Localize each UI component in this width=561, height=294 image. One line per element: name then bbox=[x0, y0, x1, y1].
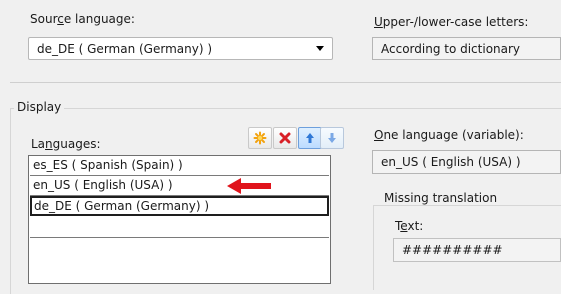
languages-label-mnemonic: n bbox=[45, 137, 53, 151]
blue-up-arrow-icon bbox=[306, 133, 314, 143]
one-language-select[interactable]: en_US ( English (USA) ) bbox=[372, 150, 561, 174]
source-language-label: Source language: bbox=[30, 12, 135, 26]
source-language-label-mnemonic: c bbox=[57, 12, 64, 26]
one-language-value: en_US ( English (USA) ) bbox=[381, 155, 521, 169]
annotation-arrow-icon bbox=[226, 176, 272, 199]
case-letters-select[interactable]: According to dictionary bbox=[372, 37, 561, 60]
case-letters-value: According to dictionary bbox=[381, 41, 521, 56]
case-letters-label-mnemonic: U bbox=[374, 15, 383, 29]
delete-language-button[interactable] bbox=[273, 127, 297, 149]
case-letters-label: Upper-/lower-case letters: bbox=[374, 15, 528, 29]
one-language-label-suffix: ne language (variable): bbox=[383, 128, 524, 142]
languages-label-suffix: guages: bbox=[52, 137, 101, 151]
language-row-de-de[interactable]: de_DE ( German (Germany) ) bbox=[30, 196, 329, 216]
language-row-empty-1[interactable] bbox=[30, 218, 329, 238]
star-add-icon bbox=[253, 131, 267, 145]
source-language-label-suffix: e language: bbox=[63, 12, 135, 26]
one-language-label: One language (variable): bbox=[374, 128, 524, 142]
languages-label-prefix: La bbox=[31, 137, 46, 151]
source-language-label-prefix: Sour bbox=[30, 12, 58, 26]
languages-label: Languages: bbox=[31, 137, 101, 151]
case-letters-label-suffix: pper-/lower-case letters: bbox=[382, 15, 529, 29]
source-language-select[interactable]: de_DE ( German (Germany) ) bbox=[28, 37, 333, 60]
red-x-delete-icon bbox=[279, 132, 291, 144]
move-down-button[interactable] bbox=[320, 127, 344, 149]
language-row-en-us[interactable]: en_US ( English (USA) ) bbox=[30, 176, 329, 196]
language-row-empty-2[interactable] bbox=[30, 238, 329, 258]
add-language-button[interactable] bbox=[248, 127, 272, 149]
language-row-es-es[interactable]: es_ES ( Spanish (Spain) ) bbox=[30, 156, 329, 176]
missing-translation-title: Missing translation bbox=[380, 191, 502, 205]
display-group-title: Display bbox=[14, 100, 65, 114]
missing-translation-text-input[interactable]: ########## bbox=[393, 238, 561, 262]
chevron-down-icon bbox=[316, 46, 324, 51]
languages-list[interactable]: es_ES ( Spanish (Spain) ) en_US ( Englis… bbox=[28, 155, 331, 284]
text-label-suffix: xt: bbox=[407, 219, 424, 233]
text-label: Text: bbox=[395, 219, 423, 233]
move-up-button[interactable] bbox=[298, 127, 322, 149]
source-language-value: de_DE ( German (Germany) ) bbox=[37, 41, 213, 56]
blue-down-arrow-icon bbox=[328, 133, 336, 143]
